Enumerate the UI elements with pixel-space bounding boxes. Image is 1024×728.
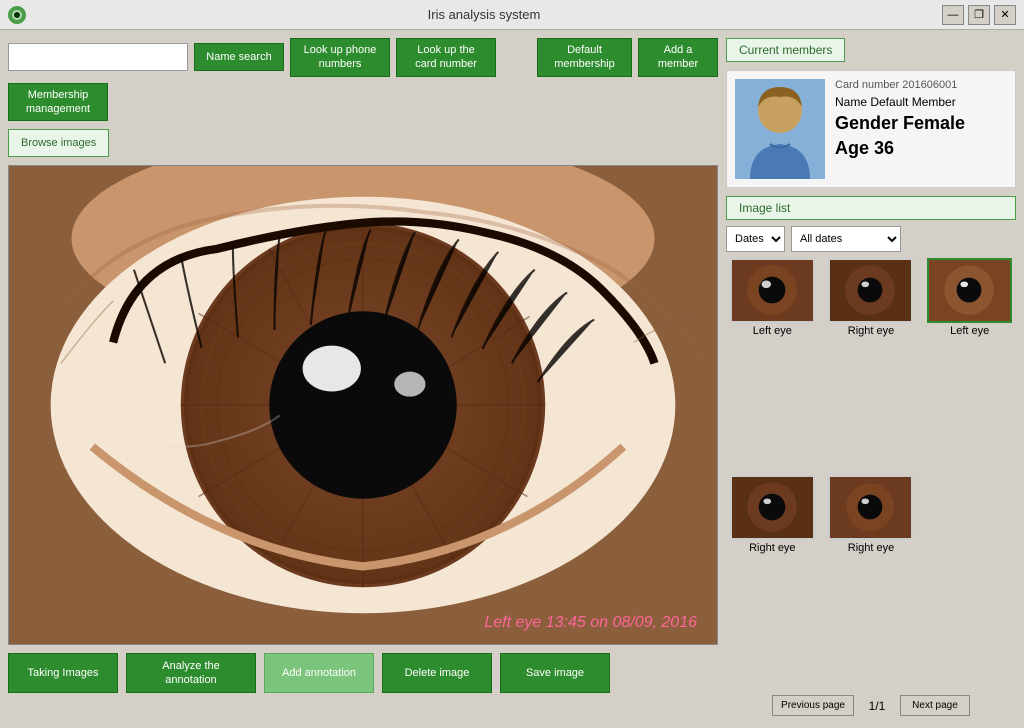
current-members-label: Current members [726,38,845,62]
avatar [735,79,825,179]
thumbnail-item[interactable]: Right eye [726,475,819,686]
thumbnails-grid: Left eye Right eye [726,258,1016,685]
close-button[interactable]: ✕ [994,5,1016,25]
lookup-card-button[interactable]: Look up the card number [396,38,496,77]
current-members-section: Current members [726,38,1016,62]
browse-row: Browse images [8,129,718,157]
thumbnail-label: Right eye [848,325,894,337]
thumbnail-item[interactable]: Right eye [825,475,918,686]
member-gender: Gender Female [835,113,1007,134]
page-info: 1/1 [862,699,892,713]
title-bar: Iris analysis system — ❐ ✕ [0,0,1024,30]
save-image-button[interactable]: Save image [500,653,610,693]
dates-select[interactable]: Dates [726,226,785,252]
restore-button[interactable]: ❐ [968,5,990,25]
pagination: Previous page 1/1 Next page [726,691,1016,720]
analyze-annotation-button[interactable]: Analyze the annotation [126,653,256,693]
membership-management-button[interactable]: Membership management [8,83,108,122]
browse-images-button[interactable]: Browse images [8,129,109,157]
app-icon [8,6,26,24]
image-list-label: Image list [726,196,1016,220]
name-search-button[interactable]: Name search [194,43,284,71]
all-dates-select[interactable]: All dates [791,226,901,252]
main-image-container: Left eye 13:45 on 08/09, 2016 [8,165,718,645]
taking-images-button[interactable]: Taking Images [8,653,118,693]
image-label: Left eye 13:45 on 08/09, 2016 [484,614,697,632]
thumbnail-image-selected [927,258,1012,323]
toolbar: Name search Look up phone numbers Look u… [8,38,718,121]
add-annotation-button[interactable]: Add annotation [264,653,374,693]
card-number: Card number 201606001 [835,79,1007,91]
window-title: Iris analysis system [26,7,942,22]
left-panel: Name search Look up phone numbers Look u… [8,38,718,720]
previous-page-button[interactable]: Previous page [772,695,854,716]
member-card: Card number 201606001 Name Default Membe… [726,70,1016,188]
main-content: Name search Look up phone numbers Look u… [0,30,1024,728]
eye-image [9,166,717,644]
search-input[interactable] [8,43,188,71]
thumbnail-label: Left eye [950,325,989,337]
lookup-phone-button[interactable]: Look up phone numbers [290,38,390,77]
thumbnail-image [828,475,913,540]
add-member-button[interactable]: Add a member [638,38,718,77]
thumbnail-label: Right eye [749,542,795,554]
thumbnail-item[interactable]: Right eye [825,258,918,469]
next-page-button[interactable]: Next page [900,695,970,716]
thumbnail-item-selected[interactable]: Left eye [923,258,1016,469]
window-controls: — ❐ ✕ [942,5,1016,25]
date-filters: Dates All dates [726,226,1016,252]
thumbnail-image [730,258,815,323]
thumbnail-label: Right eye [848,542,894,554]
image-list-section: Image list Dates All dates [726,196,1016,720]
right-panel: Current members Card number 2 [726,38,1016,720]
member-info: Card number 201606001 Name Default Membe… [835,79,1007,179]
minimize-button[interactable]: — [942,5,964,25]
default-membership-button[interactable]: Default membership [537,38,632,77]
member-name: Name Default Member [835,95,1007,109]
thumbnail-image [730,475,815,540]
thumbnail-item[interactable]: Left eye [726,258,819,469]
member-age: Age 36 [835,138,1007,159]
delete-image-button[interactable]: Delete image [382,653,492,693]
thumbnail-image [828,258,913,323]
bottom-toolbar: Taking Images Analyze the annotation Add… [8,653,718,693]
thumbnail-label: Left eye [753,325,792,337]
